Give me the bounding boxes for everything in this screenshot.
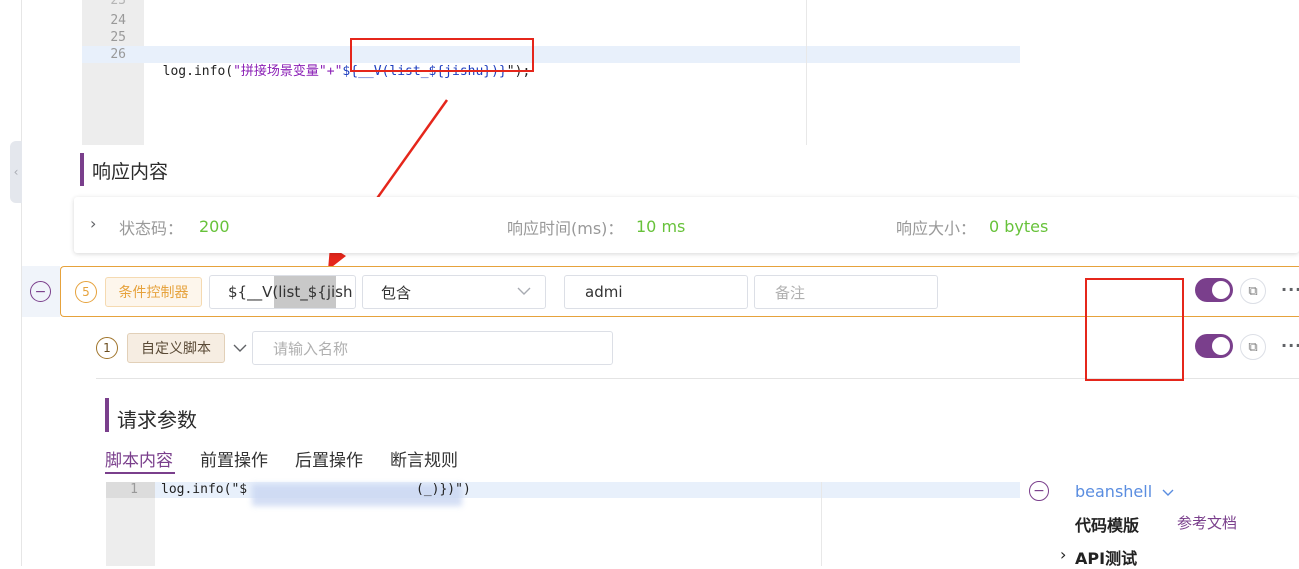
response-time-label: 响应时间(ms)： <box>507 219 624 238</box>
chevron-down-icon[interactable] <box>233 344 247 353</box>
line-number: 25 <box>110 30 126 45</box>
line-number: 24 <box>110 13 126 28</box>
annotation-box-empty <box>1085 278 1184 381</box>
active-tab-underline <box>105 472 175 474</box>
status-code-value: 200 <box>199 217 230 236</box>
operator-select[interactable]: 包含 <box>362 275 546 309</box>
copy-icon[interactable]: ⧉ <box>1240 278 1266 304</box>
code-call: log.info( <box>162 64 234 79</box>
tab-script-content[interactable]: 脚本内容 <box>105 446 173 471</box>
response-size-label: 响应大小： <box>896 219 977 238</box>
status-code-label: 状态码： <box>119 219 184 238</box>
chevron-right-icon[interactable]: › <box>90 214 96 233</box>
section-accent-bar <box>80 153 84 186</box>
code-end: (_)})") <box>416 482 471 497</box>
chevron-right-icon[interactable]: › <box>1060 545 1066 564</box>
bottom-code-line[interactable]: log.info("$ <box>161 482 247 498</box>
tab-pre-operation[interactable]: 前置操作 <box>200 446 268 471</box>
code-call: log.info("$ <box>161 482 248 497</box>
collapse-minus-icon[interactable]: − <box>30 281 51 302</box>
reference-docs-link[interactable]: 参考文档 <box>1177 512 1237 533</box>
script-enable-toggle[interactable] <box>1195 334 1233 358</box>
section-accent-bar <box>105 398 109 432</box>
copy-icon[interactable]: ⧉ <box>1240 334 1266 360</box>
request-params-title: 请求参数 <box>117 408 197 432</box>
code-template-label: 代码模版 <box>1075 516 1140 535</box>
annotation-box-variable <box>350 38 534 72</box>
condition-note-input[interactable]: 备注 <box>754 275 938 309</box>
left-rail <box>0 0 22 566</box>
more-options-icon[interactable]: ··· <box>1281 336 1299 355</box>
step-index-badge: 5 <box>75 281 97 303</box>
tab-post-operation[interactable]: 后置操作 <box>295 446 363 471</box>
chevron-down-icon <box>1162 489 1174 496</box>
chevron-left-icon: ‹ <box>13 165 19 179</box>
response-section-title: 响应内容 <box>92 161 169 183</box>
condition-controller-tag: 条件控制器 <box>105 277 202 307</box>
more-options-icon[interactable]: ··· <box>1281 280 1299 299</box>
line-number: 1 <box>130 482 138 497</box>
script-name-input[interactable]: 请输入名称 <box>252 331 613 365</box>
condition-variable-input[interactable]: ${__V(list_${jish <box>209 275 356 309</box>
code-string: "拼接场景变量" <box>233 64 327 79</box>
response-time-value: 10 ms <box>636 217 686 236</box>
language-select[interactable]: beanshell <box>1075 482 1152 501</box>
custom-script-tag: 自定义脚本 <box>127 333 225 363</box>
toggle-knob <box>1212 281 1230 299</box>
line-number: 26 <box>110 47 126 62</box>
collapse-sidebar-handle[interactable]: ‹ <box>10 141 22 203</box>
condition-value-input[interactable]: admi <box>564 275 748 309</box>
api-test-item[interactable]: API测试 <box>1075 545 1137 569</box>
step-index-badge: 1 <box>96 337 118 359</box>
chevron-down-icon <box>517 287 531 295</box>
response-size-value: 0 bytes <box>989 217 1049 236</box>
response-summary-card[interactable] <box>74 197 1299 253</box>
toggle-knob <box>1212 337 1230 355</box>
line-number: 23 <box>110 0 126 8</box>
condition-enable-toggle[interactable] <box>1195 278 1233 302</box>
tab-assertion-rules[interactable]: 断言规则 <box>390 446 458 471</box>
editor-margin-line <box>806 0 807 145</box>
collapse-minus-icon[interactable]: − <box>1029 481 1049 501</box>
code-concat: +" <box>326 64 343 79</box>
editor-margin-line <box>821 482 822 566</box>
